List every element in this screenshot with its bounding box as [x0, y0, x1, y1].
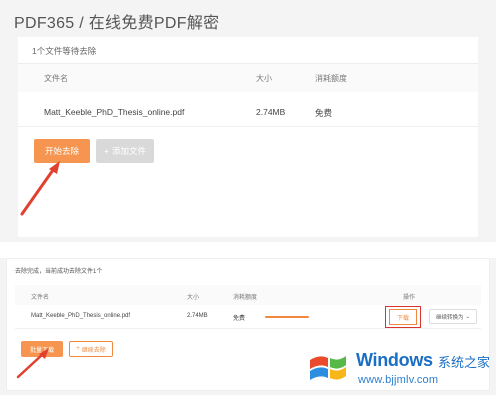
- add-file-button[interactable]: + 添加文件: [96, 139, 154, 163]
- plus-icon: +: [76, 346, 80, 352]
- col-action: 操作: [403, 295, 416, 301]
- progress-bar: [265, 316, 309, 318]
- result-status: 去除完成，当前成功去除文件1个: [15, 269, 103, 275]
- download-button[interactable]: 下载: [389, 309, 417, 325]
- chevron-down-icon: ⌄: [465, 313, 471, 320]
- queue-table-header: 文件名 大小 消耗额度: [18, 64, 478, 92]
- continue-remove-button[interactable]: + 继续去除: [69, 341, 113, 357]
- file-size-cell: 2.74MB: [187, 313, 208, 319]
- watermark-brand: Windows: [356, 350, 433, 370]
- continue-convert-select[interactable]: 继续转换为 ⌄: [429, 309, 477, 324]
- file-name-cell: Matt_Keeble_PhD_Thesis_online.pdf: [31, 313, 131, 319]
- batch-download-button[interactable]: 批量下载: [21, 341, 63, 357]
- watermark: Windows 系统之家 www.bjjmlv.com: [306, 340, 492, 392]
- windows-logo-icon: [310, 356, 346, 380]
- start-remove-button[interactable]: 开始去除: [34, 139, 90, 163]
- col-file-name: 文件名: [44, 74, 68, 83]
- col-size: 大小: [187, 295, 200, 301]
- cost-cell: 免费: [315, 108, 333, 118]
- add-file-label: 添加文件: [111, 146, 146, 156]
- plus-icon: +: [104, 146, 109, 156]
- col-file-name: 文件名: [31, 295, 50, 301]
- table-row: Matt_Keeble_PhD_Thesis_online.pdf 2.74MB…: [18, 95, 478, 127]
- file-size-cell: 2.74MB: [256, 107, 286, 117]
- page-title: PDF365 / 在线免费PDF解密: [14, 15, 220, 32]
- continue-remove-label: 继续去除: [81, 347, 106, 354]
- watermark-cn: 系统之家: [438, 355, 491, 370]
- continue-convert-label: 继续转换为: [435, 314, 464, 321]
- queue-panel: 1个文件等待去除 文件名 大小 消耗额度 Matt_Keeble_PhD_The…: [18, 37, 478, 237]
- result-table-header: 文件名 大小 消耗额度 操作: [15, 285, 481, 305]
- table-row: Matt_Keeble_PhD_Thesis_online.pdf 2.74MB…: [15, 305, 481, 329]
- col-size: 大小: [256, 74, 272, 83]
- col-cost: 消耗额度: [315, 74, 347, 83]
- file-name-cell: Matt_Keeble_PhD_Thesis_online.pdf: [44, 107, 185, 117]
- cost-cell: 免费: [233, 316, 246, 322]
- col-cost: 消耗额度: [233, 295, 258, 301]
- separator-strip: [0, 242, 496, 258]
- queue-status: 1个文件等待去除: [32, 46, 97, 56]
- watermark-url: www.bjjmlv.com: [358, 374, 439, 386]
